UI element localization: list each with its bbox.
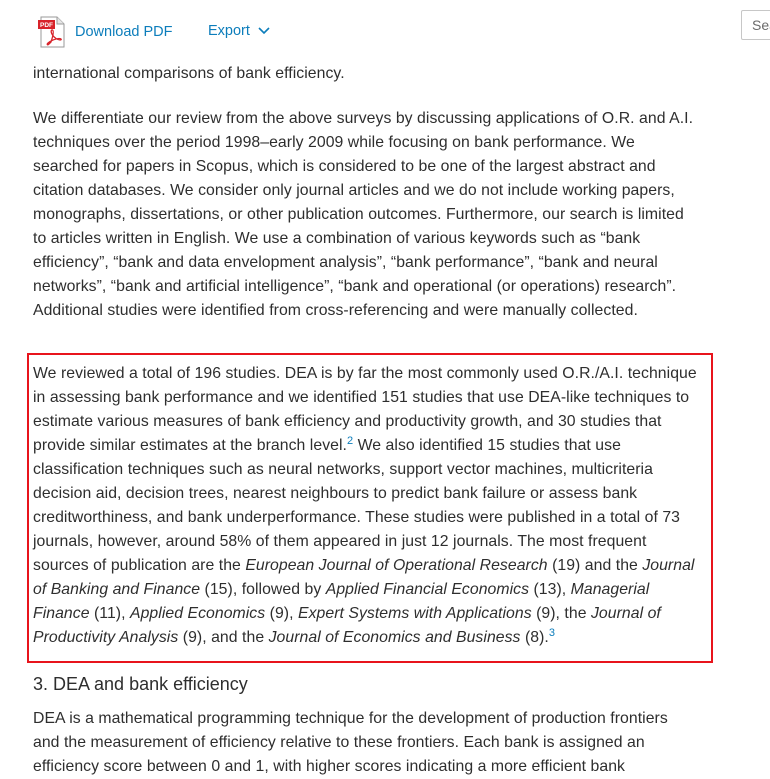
section-heading: 3. DEA and bank efficiency — [33, 674, 248, 694]
text-segment: (19) and the — [547, 557, 643, 574]
toolbar-fade — [0, 52, 770, 64]
article-toolbar: PDF Download PDF Export — [0, 0, 770, 64]
journal-name: Expert Systems with Applications — [297, 605, 532, 622]
export-button[interactable]: Export — [208, 22, 270, 40]
text-segment: (9), — [265, 605, 298, 622]
text-segment: (11), — [89, 605, 130, 622]
journal-name: Applied Economics — [130, 605, 266, 622]
pdf-file-icon: PDF — [38, 16, 66, 48]
search-input[interactable] — [741, 10, 770, 40]
text-segment: (9), the — [531, 605, 591, 622]
article-body: recent applications of frontier techniqu… — [33, 38, 693, 343]
text-segment: (15), followed by — [200, 581, 326, 598]
export-label: Export — [208, 23, 250, 39]
download-pdf-label: Download PDF — [75, 24, 173, 40]
text-segment: (13), — [529, 581, 571, 598]
download-pdf-button[interactable]: PDF Download PDF — [38, 16, 173, 48]
pdf-badge-text: PDF — [40, 22, 53, 29]
text-segment: We also identified 15 studies that use c… — [33, 437, 680, 574]
paragraph-review-summary: We reviewed a total of 196 studies. DEA … — [33, 362, 698, 650]
paragraph-review-method: We differentiate our review from the abo… — [33, 110, 694, 319]
journal-name: European Journal of Operational Research — [245, 557, 548, 574]
text-segment: (8). — [520, 629, 549, 646]
footnote-link-3[interactable]: 3 — [549, 627, 555, 639]
paragraph-dea-intro: DEA is a mathematical programming techni… — [33, 710, 668, 775]
text-segment: (9), and the — [178, 629, 269, 646]
journal-name: Journal of Economics and Business — [268, 629, 521, 646]
journal-name: Applied Financial Economics — [325, 581, 530, 598]
chevron-down-icon — [258, 22, 270, 40]
